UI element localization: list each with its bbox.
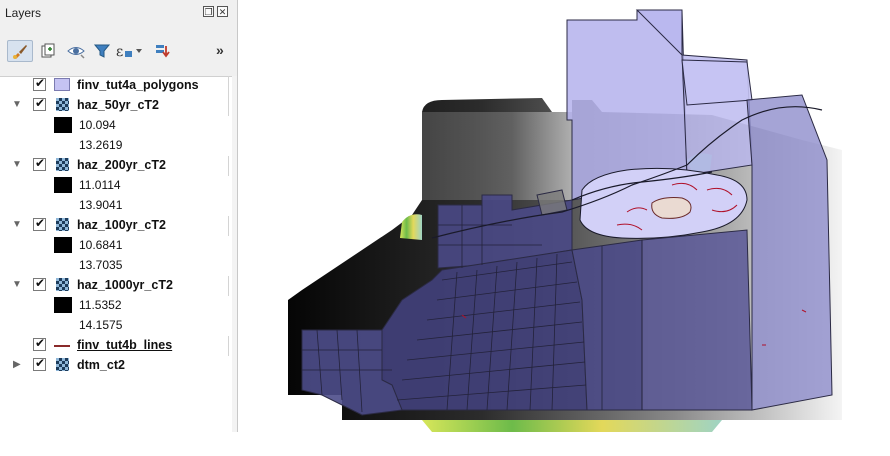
expand-all-icon	[156, 45, 170, 58]
collapse-arrow-icon[interactable]: ▼	[12, 219, 22, 230]
add-group-icon	[41, 43, 55, 58]
legend-value: 11.5352	[79, 298, 122, 312]
eye-icon	[67, 47, 85, 59]
legend-item-min: 10.094	[0, 116, 230, 136]
polygon-symbol-icon	[54, 78, 70, 91]
legend-color-swatch	[54, 297, 72, 313]
expand-arrow-icon[interactable]: ▶	[13, 359, 21, 370]
legend-item-max: 14.1575	[0, 316, 230, 336]
line-symbol-icon	[54, 345, 70, 347]
legend-value: 14.1575	[79, 318, 123, 332]
raster-layer-icon	[56, 278, 69, 291]
layer-name: finv_tut4b_lines	[77, 338, 173, 352]
layer-row-dtm-ct2[interactable]: ▶ dtm_ct2	[0, 356, 230, 376]
layer-name: dtm_ct2	[77, 358, 125, 372]
layers-panel: Layers ❐ ✕ ε » ✔ finv_tut4a_polygons ▼ ✔…	[0, 0, 238, 432]
hazard-raster-bottom	[422, 420, 722, 432]
layer-visibility-checkbox[interactable]	[33, 216, 46, 231]
filter-legend-button[interactable]	[89, 40, 115, 62]
legend-color-swatch	[54, 237, 72, 253]
layer-name: haz_1000yr_cT2	[77, 278, 173, 292]
layers-toolbar: ε »	[0, 26, 237, 77]
legend-item-min: 11.5352	[0, 296, 230, 316]
add-group-button[interactable]	[35, 40, 61, 62]
panel-header: Layers ❐ ✕	[0, 0, 237, 26]
map-render	[288, 9, 842, 432]
legend-value: 10.6841	[79, 238, 123, 252]
layer-row-finv-tut4b-lines[interactable]: finv_tut4b_lines	[0, 336, 230, 356]
legend-item-max: 13.9041	[0, 196, 230, 216]
legend-item-min: 10.6841	[0, 236, 230, 256]
legend-value: 11.0114	[79, 178, 121, 192]
layer-row-haz-50yr-ct2[interactable]: ▼ haz_50yr_cT2	[0, 96, 230, 116]
filter-expression-button[interactable]: ε	[113, 40, 145, 62]
svg-text:ε: ε	[116, 44, 123, 60]
legend-item-max: 13.7035	[0, 256, 230, 276]
expression-filter-icon: ε	[116, 44, 142, 60]
legend-value: 13.7035	[79, 258, 123, 272]
layer-visibility-checkbox[interactable]	[33, 276, 46, 291]
layer-row-haz-100yr-ct2[interactable]: ▼ haz_100yr_cT2	[0, 216, 230, 236]
collapse-arrow-icon[interactable]: ▼	[12, 279, 22, 290]
layer-visibility-checkbox[interactable]	[33, 356, 46, 371]
legend-color-swatch	[54, 177, 72, 193]
layer-name: haz_200yr_cT2	[77, 158, 166, 172]
expand-all-button[interactable]	[149, 40, 175, 62]
layer-visibility-checkbox[interactable]	[33, 76, 46, 91]
finv-polygons-layer	[301, 9, 833, 416]
style-manager-button[interactable]	[7, 40, 33, 62]
layer-row-haz-200yr-ct2[interactable]: ▼ haz_200yr_cT2	[0, 156, 230, 176]
filter-icon	[93, 44, 111, 58]
raster-layer-icon	[56, 218, 69, 231]
layer-visibility-checkbox[interactable]	[33, 96, 46, 111]
visibility-button[interactable]	[63, 40, 89, 62]
raster-layer-icon	[56, 358, 69, 371]
legend-value: 10.094	[79, 118, 116, 132]
hazard-raster-edge	[400, 214, 422, 240]
legend-item-min: 11.0114	[0, 176, 230, 196]
legend-item-max: 13.2619	[0, 136, 230, 156]
collapse-arrow-icon[interactable]: ▼	[12, 159, 22, 170]
layer-name: finv_tut4a_polygons	[77, 78, 199, 92]
legend-value: 13.9041	[79, 198, 123, 212]
float-panel-button[interactable]: ❐	[203, 6, 214, 17]
layer-row-finv-tut4a-polygons[interactable]: finv_tut4a_polygons	[0, 76, 230, 96]
raster-layer-icon	[56, 158, 69, 171]
layer-name: haz_100yr_cT2	[77, 218, 166, 232]
legend-color-swatch	[54, 117, 72, 133]
layer-row-haz-1000yr-ct2[interactable]: ▼ haz_1000yr_cT2	[0, 276, 230, 296]
more-tools-button[interactable]: »	[216, 42, 224, 58]
collapse-arrow-icon[interactable]: ▼	[12, 99, 22, 110]
layer-visibility-checkbox[interactable]	[33, 156, 46, 171]
paintbrush-icon	[13, 45, 27, 59]
layers-scrollbar[interactable]	[232, 76, 237, 432]
layer-visibility-checkbox[interactable]	[33, 336, 46, 351]
layer-name: haz_50yr_cT2	[77, 98, 160, 112]
legend-value: 13.2619	[79, 138, 123, 152]
close-panel-button[interactable]: ✕	[217, 6, 228, 17]
panel-title: Layers	[5, 6, 42, 20]
map-canvas[interactable]	[242, 0, 890, 432]
raster-layer-icon	[56, 98, 69, 111]
